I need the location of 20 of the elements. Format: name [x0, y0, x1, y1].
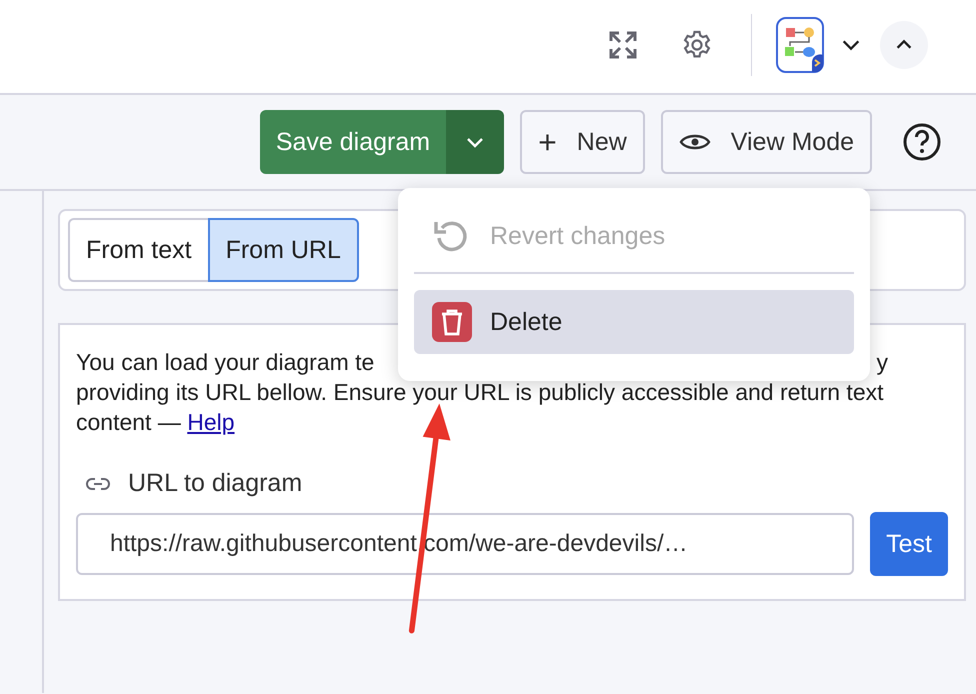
- link-icon: [86, 476, 110, 490]
- tab[interactable]: From URL: [208, 218, 359, 282]
- save-button[interactable]: Save diagram: [260, 110, 446, 174]
- eye-icon: [678, 132, 711, 152]
- description-text: You can load your diagram te: [76, 348, 374, 377]
- tab[interactable]: From text: [68, 218, 208, 282]
- description-text: providing its URL bellow. Ensure your URL is publicly accessible and return text content — Help: [76, 378, 885, 437]
- view-mode-button[interactable]: View Mode: [660, 110, 872, 174]
- app-logo-icon[interactable]: [776, 16, 824, 72]
- field-label: URL to diagram: [128, 469, 302, 498]
- settings-icon[interactable]: [681, 28, 713, 60]
- fullscreen-icon[interactable]: [607, 28, 639, 60]
- delete-menu-item[interactable]: Delete: [414, 290, 854, 354]
- test-button[interactable]: Test: [870, 512, 948, 576]
- new-button[interactable]: + New: [520, 110, 645, 174]
- description-text: y: [876, 348, 888, 377]
- help-link[interactable]: Help: [187, 409, 235, 435]
- help-icon[interactable]: [902, 122, 942, 162]
- dropdown-button[interactable]: [446, 110, 504, 174]
- trash-icon: [432, 302, 472, 342]
